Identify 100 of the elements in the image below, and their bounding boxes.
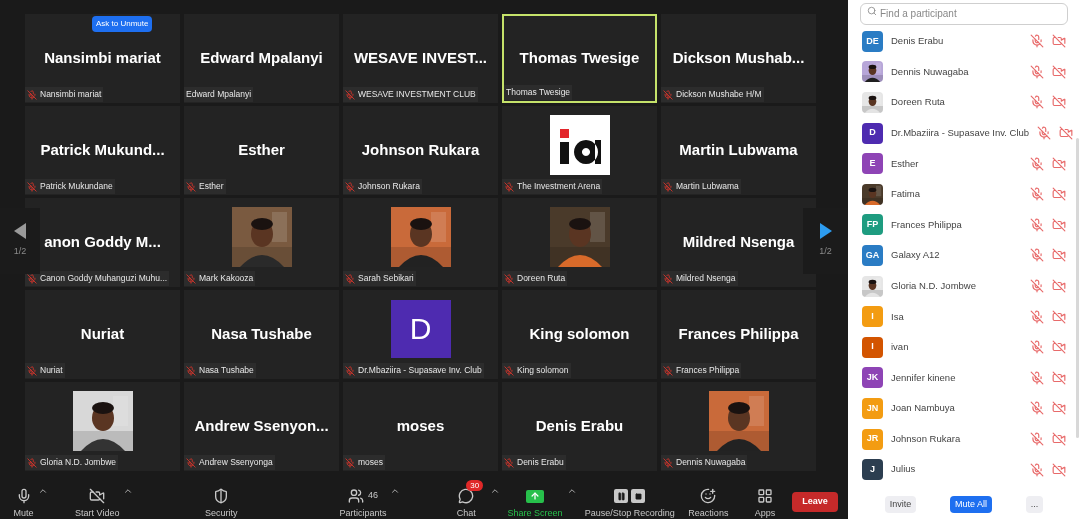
participant-row[interactable]: E Esther — [848, 148, 1080, 179]
name-label: Mildred Nsenga — [676, 272, 736, 285]
participant-row[interactable]: I Isa — [848, 301, 1080, 332]
name-label: Dickson Mushabe H/M — [676, 88, 762, 101]
participant-name: Isa — [891, 309, 905, 324]
participant-name: Joan Nambuya — [891, 401, 956, 416]
participant-row[interactable]: JR Johnson Rukara — [848, 423, 1080, 455]
participant-name: Nansimbi mariat — [44, 48, 161, 69]
participant-name: ivan — [891, 340, 910, 355]
participant-name: moses — [396, 416, 445, 437]
muted-mic-icon — [186, 365, 196, 376]
pause-stop-icon — [614, 489, 646, 503]
name-label: Thomas Twesige — [506, 86, 571, 99]
participant-row[interactable]: Fatima — [848, 178, 1080, 210]
participant-name: King solomon — [529, 324, 630, 345]
avatar: I — [862, 306, 883, 328]
participant-name: Galaxy A12 — [891, 248, 941, 263]
participant-name: Frances Philippa — [678, 324, 799, 345]
avatar-tile: D — [390, 299, 451, 358]
muted-mic-icon — [345, 457, 355, 468]
participant-name: WESAVE INVEST... — [353, 48, 488, 69]
panel-button[interactable]: Mute All — [949, 496, 992, 513]
muted-mic-icon — [663, 457, 673, 468]
participant-row[interactable]: J Julius — [848, 454, 1080, 485]
search-icon — [867, 6, 877, 16]
participant-name: Esther — [238, 140, 285, 161]
name-label: Dr.Mbaziira - Supasave Inv. Club — [358, 364, 482, 377]
name-label: Sarah Sebikari — [358, 272, 414, 285]
toolbar-button[interactable]: Apps — [752, 480, 778, 518]
page-indicator: 1/2 — [13, 245, 27, 259]
name-label: Andrew Ssenyonga — [199, 456, 273, 469]
muted-mic-icon — [27, 89, 37, 100]
muted-mic-icon — [663, 181, 673, 192]
panel-button[interactable]: Invite — [884, 496, 917, 513]
muted-mic-icon — [504, 181, 514, 192]
muted-mic-icon — [345, 365, 355, 376]
participant-row[interactable]: Dennis Nuwagaba — [848, 56, 1080, 88]
name-label: moses — [358, 456, 384, 469]
participant-row[interactable]: Gloria N.D. Jombwe — [848, 270, 1080, 302]
caret-icon[interactable] — [123, 486, 134, 496]
participant-row[interactable]: D Dr.Mbaziira - Supasave Inv. Club — [848, 117, 1080, 149]
name-label: Esther — [199, 180, 224, 193]
participant-row[interactable]: JK Jennifer kinene — [848, 362, 1080, 394]
name-label: Nuriat — [40, 364, 63, 377]
participant-name: Denis Erabu — [891, 34, 945, 49]
ask-to-unmute-button[interactable]: Ask to Unmute — [92, 16, 153, 32]
avatar: FP — [862, 214, 883, 236]
avatar: D — [862, 122, 883, 144]
participant-row[interactable]: I ivan — [848, 331, 1080, 363]
participant-name: Esther — [891, 156, 920, 171]
toolbar-button[interactable]: Reactions — [686, 480, 731, 518]
toolbar-button[interactable]: Mute — [11, 480, 36, 518]
right-triangle-icon — [819, 223, 832, 240]
toolbar-button[interactable]: Security — [203, 480, 240, 518]
caret-icon[interactable] — [390, 486, 401, 496]
muted-mic-icon — [186, 457, 196, 468]
caret-icon[interactable] — [37, 486, 48, 496]
participant-name: Dickson Mushab... — [672, 48, 805, 69]
name-label: Edward Mpalanyi — [186, 88, 252, 101]
toolbar-button[interactable]: 30 Chat — [444, 480, 488, 518]
smiley-plus-icon — [700, 488, 717, 504]
participant-name: Dr.Mbaziira - Supasave Inv. Club — [891, 125, 1030, 140]
participant-name: Johnson Rukara — [361, 140, 480, 161]
unread-badge: 30 — [466, 480, 484, 491]
participant-row[interactable]: DE Denis Erabu — [848, 26, 1080, 57]
avatar: J — [862, 459, 883, 481]
participant-name: Thomas Twesige — [519, 48, 640, 69]
name-label: WESAVE INVESTMENT CLUB — [358, 88, 476, 101]
participant-row[interactable]: FP Frances Philippa — [848, 209, 1080, 241]
caret-icon[interactable] — [489, 486, 500, 496]
name-label: Patrick Mukundane — [40, 180, 113, 193]
avatar: JN — [862, 397, 883, 419]
caret-icon[interactable] — [566, 486, 577, 496]
avatar: GA — [862, 244, 883, 266]
participant-name: Doreen Ruta — [891, 95, 946, 110]
muted-mic-icon — [27, 273, 37, 284]
toolbar-button[interactable]: Pause/Stop Recording — [582, 480, 677, 518]
muted-mic-icon — [663, 365, 673, 376]
participant-name: Andrew Ssenyon... — [194, 416, 329, 437]
participant-count: 46 — [367, 489, 378, 503]
muted-mic-icon — [663, 273, 673, 284]
toolbar-button[interactable]: 46 Participants — [337, 480, 389, 518]
muted-mic-icon — [186, 181, 196, 192]
participant-row[interactable]: Doreen Ruta — [848, 87, 1080, 118]
panel-button[interactable]: ... — [1025, 496, 1044, 513]
avatar: JK — [862, 367, 883, 389]
participant-name: Nasa Tushabe — [211, 324, 312, 345]
apps-icon — [756, 488, 773, 504]
name-label: The Investment Arena — [517, 180, 601, 193]
participant-name: Nuriat — [80, 324, 125, 345]
participant-name: Patrick Mukund... — [40, 140, 165, 161]
toolbar-button[interactable]: Share Screen — [505, 480, 565, 518]
participant-name: Julius — [891, 462, 917, 477]
participant-row[interactable]: JN Joan Nambuya — [848, 393, 1080, 424]
name-label: Mark Kakooza — [199, 272, 254, 285]
participant-row[interactable]: GA Galaxy A12 — [848, 240, 1080, 271]
leave-button[interactable]: Leave — [792, 492, 838, 512]
search-field[interactable]: Find a participant — [860, 2, 1068, 25]
toolbar-button[interactable]: Start Video — [73, 480, 122, 518]
participant-name: Fatima — [891, 187, 922, 202]
